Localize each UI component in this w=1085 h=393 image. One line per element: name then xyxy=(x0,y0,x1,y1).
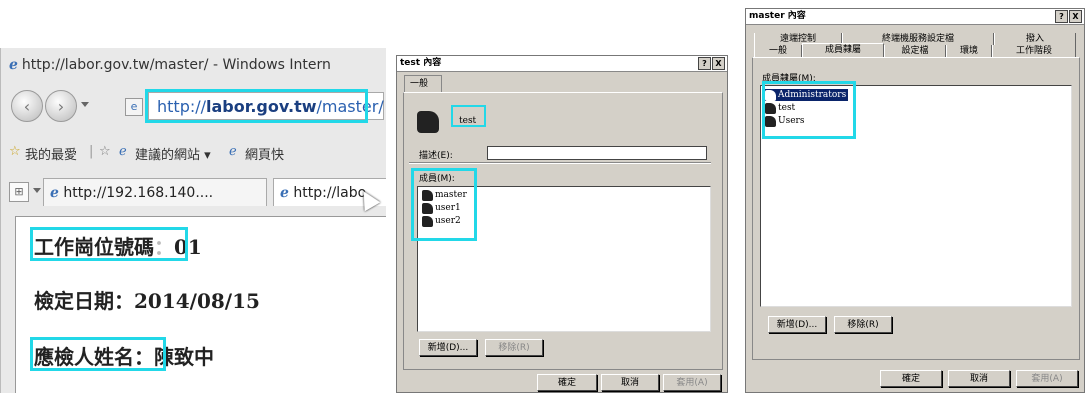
candidate-highlight xyxy=(30,337,166,371)
ok-button[interactable]: 確定 xyxy=(880,370,942,387)
divider: | xyxy=(89,144,94,159)
cancel-button[interactable]: 取消 xyxy=(601,374,659,391)
help-button[interactable]: ? xyxy=(698,57,711,70)
address-highlight xyxy=(145,89,368,123)
favorites-bar: ☆ 我的最愛 | ☆ ℯ 建議的網站 ▾ ℯ 網頁快 xyxy=(1,136,386,170)
browser-title-bar: ℯ http://labor.gov.tw/master/ - Windows … xyxy=(9,54,331,76)
suggested-sites-link[interactable]: 建議的網站 ▾ xyxy=(135,144,211,163)
favorites-button[interactable]: 我的最愛 xyxy=(25,144,77,163)
member-of-highlight xyxy=(762,81,856,139)
browser-title: http://labor.gov.tw/master/ - Windows In… xyxy=(21,57,331,73)
tab-bar: ⊞ ℯ http://192.168.140.... ℯ http://labo xyxy=(1,174,386,210)
close-button[interactable]: X xyxy=(712,57,725,70)
add-favorite-icon[interactable]: ☆ xyxy=(99,144,111,159)
add-button[interactable]: 新增(D)... xyxy=(768,316,826,333)
dialog-title-bar: master 內容 ? X xyxy=(746,9,1084,25)
tab-dial-in[interactable]: 撥入 xyxy=(994,33,1076,45)
apply-button[interactable]: 套用(A) xyxy=(663,374,721,391)
ok-button[interactable]: 確定 xyxy=(537,374,597,391)
exam-date-value: 2014/08/15 xyxy=(134,289,260,313)
cancel-button[interactable]: 取消 xyxy=(948,370,1010,387)
ie-page-icon-2: ℯ xyxy=(229,144,237,159)
dialog-title-bar: test 內容 ? X xyxy=(397,56,727,72)
close-button[interactable]: X xyxy=(1069,10,1082,23)
remove-button[interactable]: 移除(R) xyxy=(834,316,892,333)
ie-page-icon: ℯ xyxy=(119,144,127,159)
apply-button[interactable]: 套用(A) xyxy=(1016,370,1078,387)
tab-sessions[interactable]: 工作階段 xyxy=(992,45,1076,57)
tab-profile[interactable]: 設定檔 xyxy=(884,45,946,57)
tab-member-of[interactable]: 成員隸屬 xyxy=(802,43,884,57)
page-icon: e xyxy=(125,98,143,116)
back-button[interactable]: ‹ xyxy=(11,90,43,122)
browser-window: ℯ http://labor.gov.tw/master/ - Windows … xyxy=(0,48,386,393)
recent-pages-dropdown-icon[interactable] xyxy=(81,102,89,107)
browser-tab-1[interactable]: ℯ http://192.168.140.... xyxy=(43,178,267,206)
favorites-star-icon[interactable]: ☆ xyxy=(9,144,21,159)
ie-logo-icon: ℯ xyxy=(9,57,18,73)
tab-general[interactable]: 一般 xyxy=(754,45,802,57)
ie-tab-icon: ℯ xyxy=(50,185,59,201)
test-properties-dialog: test 內容 ? X 一般 test 描述(E): 成員(M): master… xyxy=(396,55,728,393)
workstation-highlight xyxy=(30,227,188,261)
tab-list-dropdown-icon[interactable] xyxy=(33,188,41,193)
ie-tab-icon-2: ℯ xyxy=(280,185,289,201)
quick-tabs-icon[interactable]: ⊞ xyxy=(9,182,29,202)
group-name-highlight xyxy=(451,105,486,127)
back-arrow-icon: ‹ xyxy=(23,96,31,116)
dialog-title: test 內容 xyxy=(400,58,442,68)
group-icon xyxy=(417,111,439,133)
forward-arrow-icon: › xyxy=(57,96,65,116)
remove-button[interactable]: 移除(R) xyxy=(485,339,543,356)
description-field[interactable] xyxy=(487,146,707,160)
add-button[interactable]: 新增(D)... xyxy=(419,339,477,356)
forward-button[interactable]: › xyxy=(45,90,77,122)
navigation-bar: ‹ › e http://labor.gov.tw/master/ xyxy=(1,84,386,130)
separator xyxy=(409,162,711,164)
tab-2-label: http://labo xyxy=(293,185,367,201)
members-highlight xyxy=(411,168,477,241)
help-button[interactable]: ? xyxy=(1055,10,1068,23)
field-exam-date: 檢定日期：2014/08/15 xyxy=(34,285,260,314)
tab-general[interactable]: 一般 xyxy=(404,75,442,92)
description-label: 描述(E): xyxy=(419,151,453,161)
exam-date-label: 檢定日期： xyxy=(34,289,134,313)
tab-1-label: http://192.168.140.... xyxy=(63,185,214,201)
page-content: 工作崗位號碼：01 檢定日期：2014/08/15 應檢人姓名：陳致中 xyxy=(15,216,386,393)
dialog-title: master 內容 xyxy=(749,11,806,21)
tab-environment[interactable]: 環境 xyxy=(946,45,992,57)
web-slice-link[interactable]: 網頁快 xyxy=(245,144,284,163)
master-properties-dialog: master 內容 ? X 遠端控制 終端機服務設定檔 撥入 一般 成員隸屬 設… xyxy=(745,8,1085,393)
